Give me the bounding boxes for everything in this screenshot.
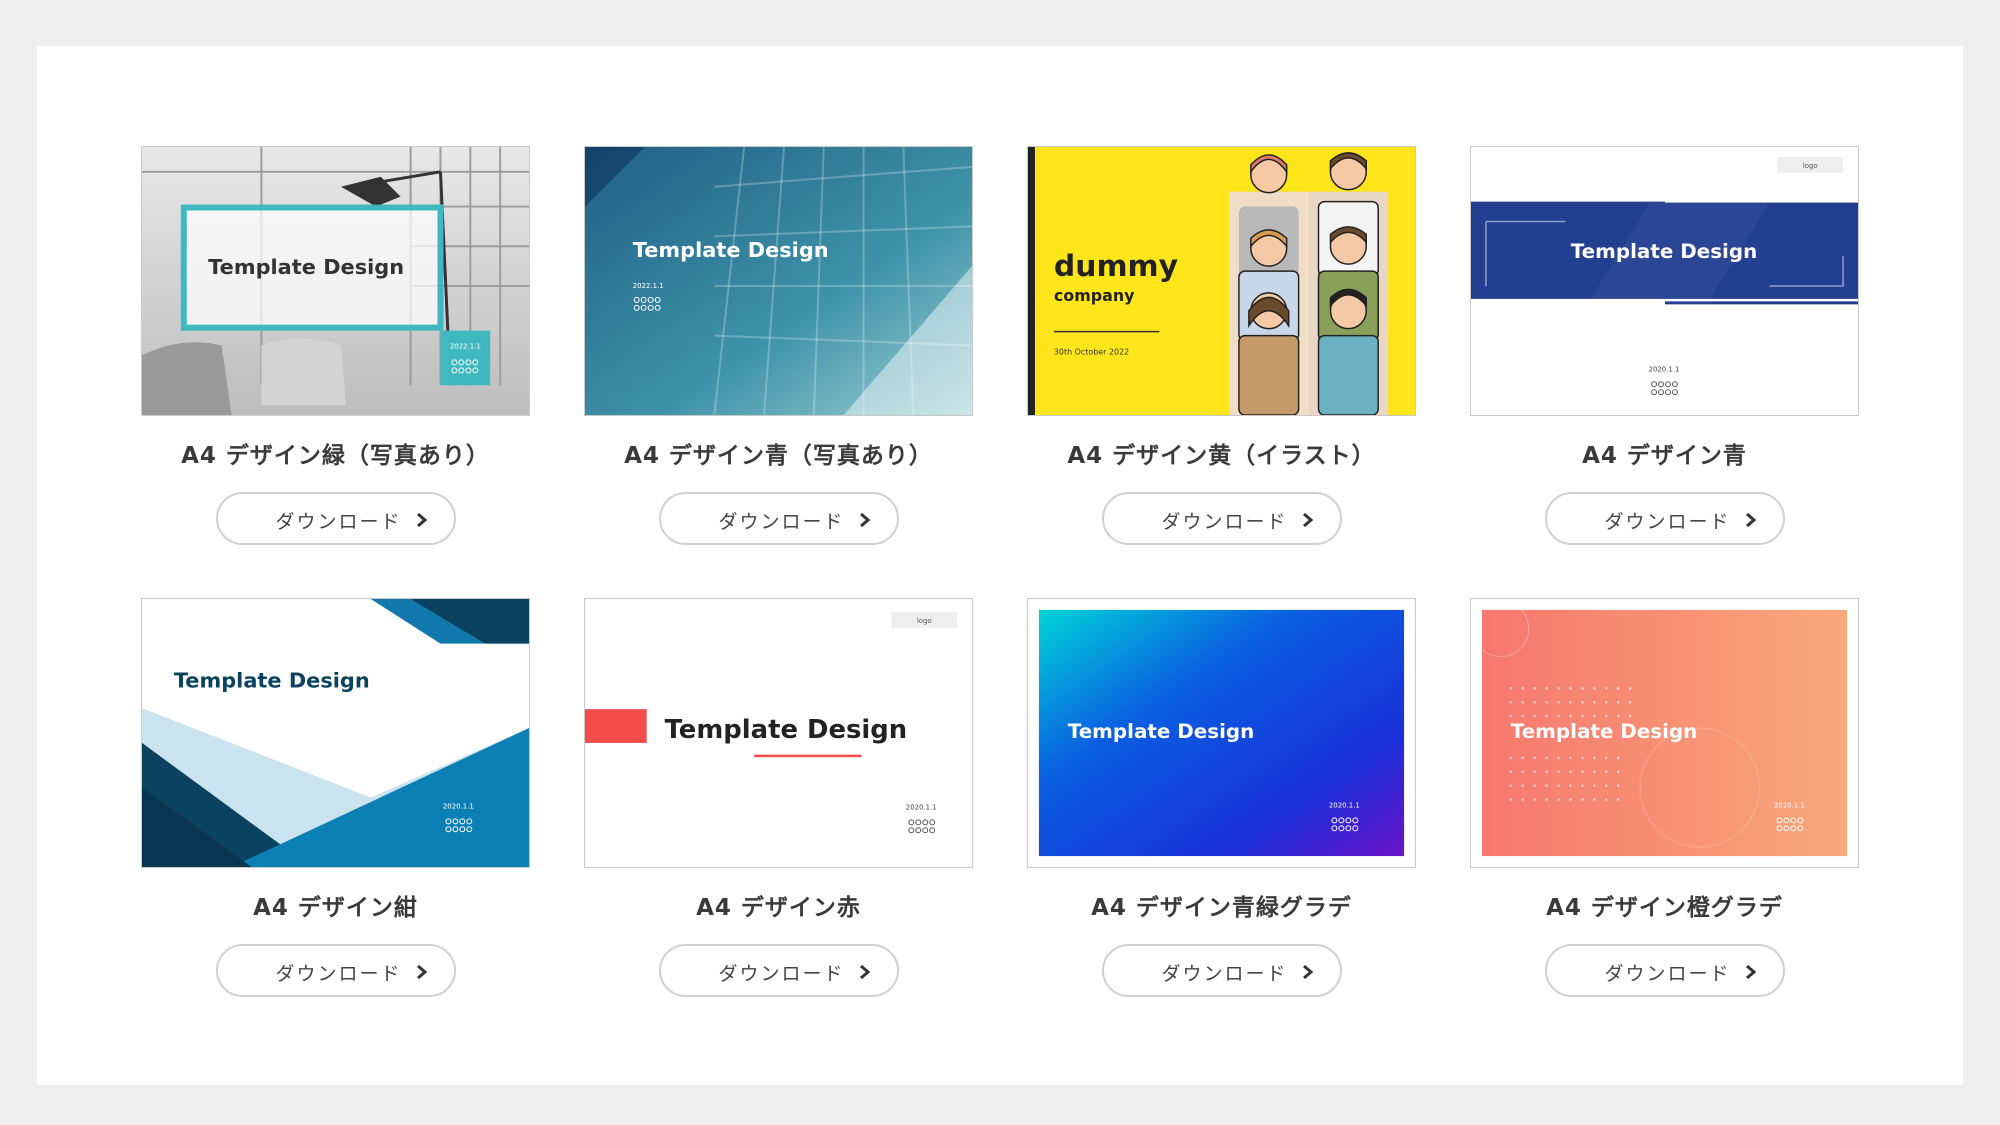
thumb-date: 2020.1.1 xyxy=(1649,365,1680,373)
chevron-right-icon xyxy=(859,964,870,980)
download-label: ダウンロード xyxy=(718,963,845,985)
thumb-date: 2020.1.1 xyxy=(1329,801,1360,809)
thumbnail-blue-photo: Template Design 2022.1.1 xyxy=(585,147,972,415)
download-button[interactable]: ダウンロード xyxy=(1544,492,1785,545)
thumb-date: 30th October 2022 xyxy=(1054,347,1129,356)
thumbnail-navy: Template Design 2020.1.1 xyxy=(142,599,529,867)
thumbnail-yellow-illustration: dummy company 30th October 2022 xyxy=(1028,147,1415,415)
download-label: ダウンロード xyxy=(1604,511,1731,533)
thumbnail-green-photo: Template Design 2022.1.1 xyxy=(142,147,529,415)
thumbnail-orange-gradient: Template Design 2020.1.1 xyxy=(1471,599,1858,867)
template-card-green-photo: Template Design 2022.1.1 A4 デザイン緑（写真あり） … xyxy=(141,146,530,545)
template-thumbnail[interactable]: dummy company 30th October 2022 xyxy=(1027,146,1416,416)
chevron-right-icon xyxy=(416,512,427,528)
download-label: ダウンロード xyxy=(275,963,402,985)
thumb-heading: Template Design xyxy=(1068,720,1255,743)
template-thumbnail[interactable]: Template Design 2020.1.1 xyxy=(1470,598,1859,868)
card-title: A4 デザイン青 xyxy=(1582,443,1747,469)
thumb-date: 2020.1.1 xyxy=(906,803,937,811)
template-card-yellow-illustration: dummy company 30th October 2022 A4 デザイン黄… xyxy=(1027,146,1416,545)
thumbnail-bluegreen-gradient: Template Design 2020.1.1 xyxy=(1028,599,1415,867)
chevron-right-icon xyxy=(859,512,870,528)
template-card-bluegreen-gradient: Template Design 2020.1.1 A4 デザイン青緑グラデ ダウ… xyxy=(1027,598,1416,997)
thumbnail-red: logo Template Design 2020.1.1 xyxy=(585,599,972,867)
download-label: ダウンロード xyxy=(1161,963,1288,985)
template-card-blue-photo: Template Design 2022.1.1 A4 デザイン青（写真あり） … xyxy=(584,146,973,545)
download-button[interactable]: ダウンロード xyxy=(215,492,456,545)
card-title: A4 デザイン橙グラデ xyxy=(1546,895,1783,921)
card-title: A4 デザイン黄（イラスト） xyxy=(1067,443,1376,469)
card-title: A4 デザイン赤 xyxy=(696,895,861,921)
download-label: ダウンロード xyxy=(718,511,845,533)
template-card-red: logo Template Design 2020.1.1 A4 デザイン赤 ダ… xyxy=(584,598,973,997)
thumb-date: 2022.1.1 xyxy=(450,343,481,351)
thumb-heading: Template Design xyxy=(208,255,404,279)
thumb-heading: Template Design xyxy=(1511,720,1698,743)
download-button[interactable]: ダウンロード xyxy=(1101,944,1342,997)
download-button[interactable]: ダウンロード xyxy=(1101,492,1342,545)
thumb-heading: Template Design xyxy=(174,668,370,692)
template-thumbnail[interactable]: logo Template Design 2020.1.1 xyxy=(1470,146,1859,416)
thumb-date: 2022.1.1 xyxy=(633,282,664,290)
download-label: ダウンロード xyxy=(1161,511,1288,533)
template-thumbnail[interactable]: Template Design 2022.1.1 xyxy=(141,146,530,416)
chevron-right-icon xyxy=(1745,964,1756,980)
chevron-right-icon xyxy=(416,964,427,980)
thumbnail-blue: logo Template Design 2020.1.1 xyxy=(1471,147,1858,415)
card-title: A4 デザイン青（写真あり） xyxy=(624,443,933,469)
download-button[interactable]: ダウンロード xyxy=(215,944,456,997)
template-gallery-panel: Template Design 2022.1.1 A4 デザイン緑（写真あり） … xyxy=(37,46,1963,1085)
template-card-orange-gradient: Template Design 2020.1.1 A4 デザイン橙グラデ ダウン… xyxy=(1470,598,1859,997)
download-button[interactable]: ダウンロード xyxy=(1544,944,1785,997)
card-title: A4 デザイン緑（写真あり） xyxy=(181,443,490,469)
template-card-blue: logo Template Design 2020.1.1 A4 デザイン青 ダ… xyxy=(1470,146,1859,545)
thumb-heading: Template Design xyxy=(633,238,829,262)
template-thumbnail[interactable]: Template Design 2020.1.1 xyxy=(141,598,530,868)
download-label: ダウンロード xyxy=(1604,963,1731,985)
thumb-logo: logo xyxy=(917,617,932,625)
template-card-navy: Template Design 2020.1.1 A4 デザイン紺 ダウンロード xyxy=(141,598,530,997)
template-thumbnail[interactable]: Template Design 2022.1.1 xyxy=(584,146,973,416)
thumb-date: 2020.1.1 xyxy=(1774,801,1805,809)
thumb-heading: dummy xyxy=(1054,249,1178,284)
chevron-right-icon xyxy=(1302,964,1313,980)
template-thumbnail[interactable]: Template Design 2020.1.1 xyxy=(1027,598,1416,868)
chevron-right-icon xyxy=(1302,512,1313,528)
card-title: A4 デザイン青緑グラデ xyxy=(1091,895,1352,921)
thumb-subheading: company xyxy=(1054,286,1135,305)
card-title: A4 デザイン紺 xyxy=(253,895,418,921)
thumb-heading: Template Design xyxy=(1571,240,1758,263)
download-label: ダウンロード xyxy=(275,511,402,533)
template-thumbnail[interactable]: logo Template Design 2020.1.1 xyxy=(584,598,973,868)
thumb-heading: Template Design xyxy=(665,715,908,745)
chevron-right-icon xyxy=(1745,512,1756,528)
thumb-logo: logo xyxy=(1803,162,1818,170)
download-button[interactable]: ダウンロード xyxy=(658,492,899,545)
people-illustration xyxy=(1228,152,1389,415)
download-button[interactable]: ダウンロード xyxy=(658,944,899,997)
thumb-date: 2020.1.1 xyxy=(443,802,474,810)
